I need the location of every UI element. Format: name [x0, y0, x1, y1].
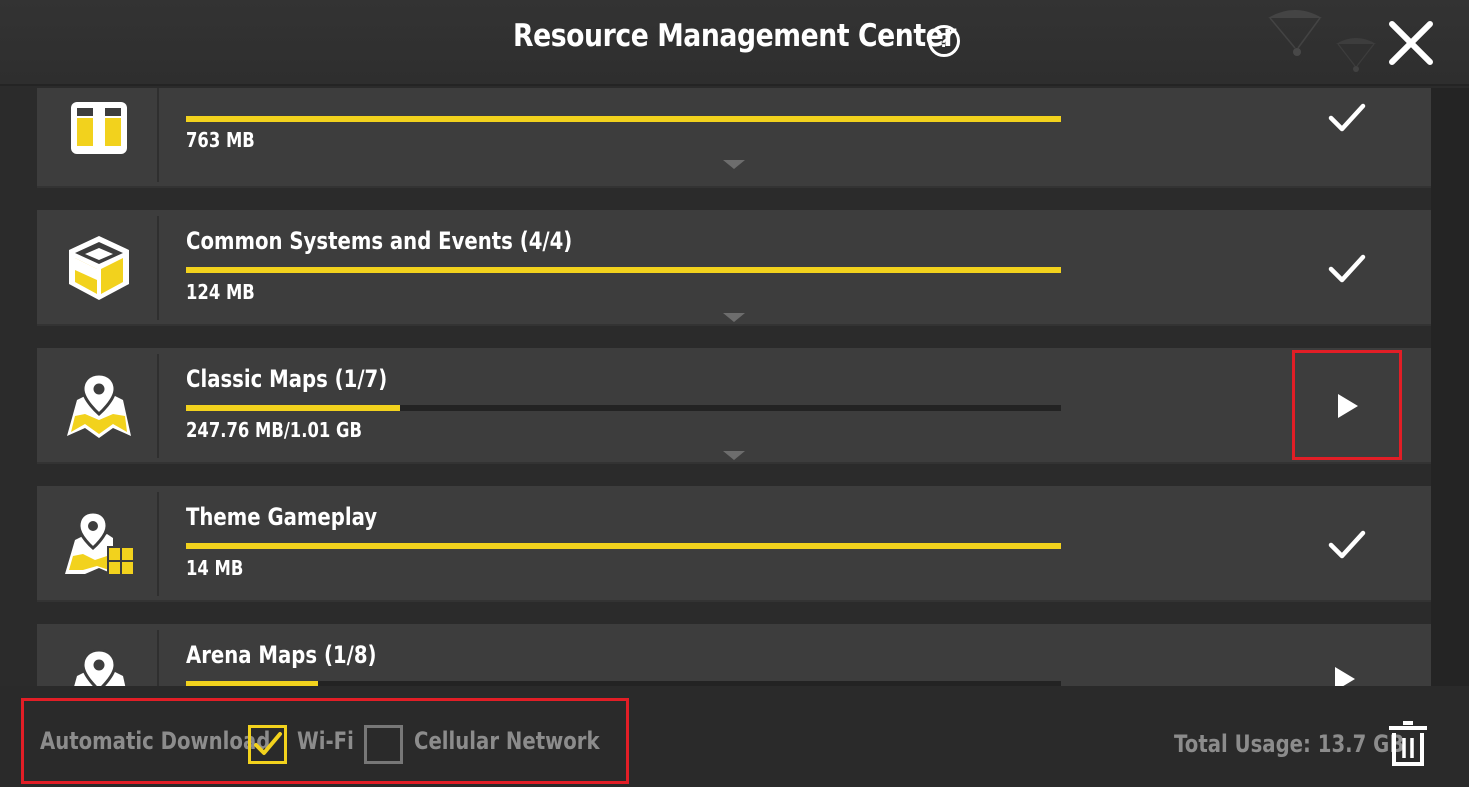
- footer: Automatic Download Wi-Fi Cellular Networ…: [0, 686, 1469, 787]
- resource-item-classic-maps[interactable]: Classic Maps (1/7) 247.76 MB/1.01 GB: [37, 348, 1431, 464]
- item-title: Common Systems and Events (4/4): [186, 227, 573, 255]
- wifi-checkbox[interactable]: [248, 725, 287, 764]
- resource-item-0[interactable]: 763 MB: [37, 88, 1431, 188]
- item-title: Arena Maps (1/8): [186, 641, 377, 669]
- cellular-label: Cellular Network: [414, 727, 600, 755]
- map-pin-icon: [74, 648, 126, 686]
- item-divider: [157, 354, 159, 458]
- resume-download-button[interactable]: [1292, 626, 1402, 686]
- item-divider: [157, 216, 159, 320]
- map-grid-icon: [65, 510, 135, 576]
- item-size: 247.76 MB/1.01 GB: [186, 418, 362, 442]
- expand-arrow-icon[interactable]: [723, 451, 745, 460]
- play-icon: [1338, 394, 1358, 418]
- expand-arrow-icon[interactable]: [723, 313, 745, 322]
- resource-item-arena-maps[interactable]: Arena Maps (1/8): [37, 624, 1431, 686]
- item-divider: [157, 88, 159, 182]
- auto-download-label: Automatic Download: [40, 727, 271, 755]
- item-size: 14 MB: [186, 556, 244, 580]
- check-icon: [1328, 103, 1366, 132]
- progress-bar: [186, 543, 1061, 549]
- cube-icon: [69, 236, 129, 300]
- item-divider: [157, 492, 159, 596]
- progress-bar: [186, 267, 1061, 273]
- item-divider: [157, 630, 159, 686]
- page-title: Resource Management Center: [512, 18, 957, 54]
- resource-list[interactable]: 763 MB Common Systems and Events (4/4) 1…: [0, 88, 1469, 686]
- play-icon: [1335, 667, 1355, 686]
- map-pin-icon: [67, 372, 131, 438]
- wifi-label: Wi-Fi: [297, 727, 354, 755]
- expand-arrow-icon[interactable]: [723, 160, 745, 169]
- progress-bar: [186, 116, 1061, 122]
- item-size: 124 MB: [186, 280, 255, 304]
- box-icon: [71, 102, 127, 154]
- progress-bar: [186, 405, 1061, 411]
- total-usage: Total Usage: 13.7 GB: [1174, 730, 1405, 758]
- cellular-checkbox[interactable]: [364, 725, 403, 764]
- item-title: Theme Gameplay: [186, 503, 378, 531]
- check-icon: [1328, 530, 1366, 559]
- resource-item-common-systems[interactable]: Common Systems and Events (4/4) 124 MB: [37, 210, 1431, 326]
- header: Resource Management Center ?: [0, 0, 1469, 86]
- auto-download-settings: Automatic Download Wi-Fi Cellular Networ…: [21, 698, 629, 784]
- help-icon[interactable]: ?: [928, 25, 960, 57]
- check-icon: [254, 732, 282, 755]
- check-icon: [1328, 254, 1366, 283]
- resource-item-theme-gameplay[interactable]: Theme Gameplay 14 MB: [37, 486, 1431, 602]
- item-title: Classic Maps (1/7): [186, 365, 388, 393]
- trash-icon[interactable]: [1387, 721, 1429, 767]
- resume-download-button[interactable]: [1292, 350, 1402, 460]
- item-size: 763 MB: [186, 128, 255, 152]
- close-icon[interactable]: [1388, 20, 1434, 66]
